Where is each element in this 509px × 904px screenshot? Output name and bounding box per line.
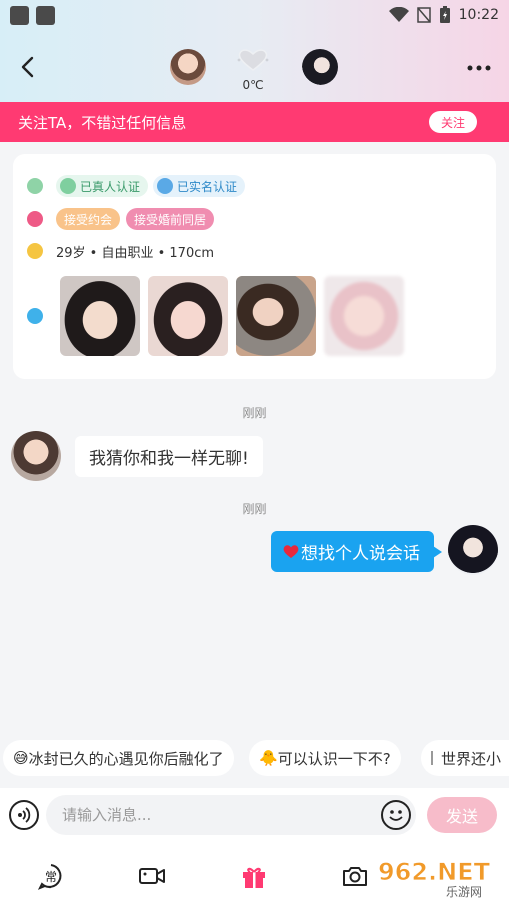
album-icon [27,308,43,324]
album-photo[interactable] [148,276,228,356]
album-photo[interactable] [60,276,140,356]
voice-input-icon[interactable] [9,800,39,830]
basic-info: 29岁 • 自由职业 • 170cm [56,246,215,261]
sound-waves-icon [18,807,31,823]
follow-banner: 关注TA，不错过任何信息 关注 [0,102,509,142]
red-heart-icon [283,545,299,558]
preference-tag: 接受婚前同居 [126,208,215,230]
banner-text: 关注TA，不错过任何信息 [18,113,187,132]
my-avatar[interactable] [302,49,338,85]
message-text: 想找个人说会话 [301,544,420,564]
status-time: 10:22 [458,7,499,23]
no-signal-icon [416,7,431,23]
tag-label: 接受婚前同居 [134,212,207,227]
quick-reply-chip[interactable]: 世界还小 [421,740,509,776]
received-message-bubble: 我猜你和我一样无聊! [75,436,263,477]
quick-reply-text: 世界还小 [441,749,502,768]
message-input-bar: 发送 [0,788,509,844]
message-input[interactable] [46,795,416,835]
album-photo[interactable] [236,276,316,356]
gift-icon[interactable] [240,862,268,890]
camera-icon[interactable] [341,862,369,890]
quick-reply-emoji: 🐥 [259,749,278,767]
send-button[interactable]: 发送 [427,797,497,833]
quick-reply-text: 冰封已久的心遇见你后融化了 [28,749,224,768]
common-phrases-icon[interactable]: 常 [37,862,65,890]
verified-person-icon [60,178,76,194]
video-call-icon[interactable] [138,862,166,890]
crown-icon [27,178,43,194]
message-timestamp: 刚刚 [242,406,267,420]
quick-reply-text: 可以认识一下不? [277,749,391,768]
status-bar: 10:22 [0,0,509,30]
quick-reply-emoji: 😅 [13,749,29,767]
album-photo-blurred[interactable] [324,276,404,356]
heart-badge-icon [27,211,43,227]
watermark-subtext: 乐游网 [446,885,482,899]
common-phrases-label: 常 [45,870,57,884]
intimacy-temperature: 0℃ [242,78,264,92]
wifi-icon [388,7,409,22]
tag-label: 接受约会 [64,212,113,227]
sender-avatar[interactable] [11,431,61,481]
intimacy-heart-icon [237,49,269,71]
real-name-verified-tag: 已实名认证 [153,175,246,197]
message-text: 我猜你和我一样无聊! [89,449,249,469]
id-card-icon [157,178,173,194]
real-person-verified-tag: 已真人认证 [56,175,149,197]
missing-glyph-icon [431,751,433,765]
back-arrow-icon[interactable] [16,52,40,82]
sent-message-bubble: 想找个人说会话 [271,531,442,572]
tag-label: 已真人认证 [80,179,141,194]
notification-icon [10,5,29,25]
notification-icon [36,5,55,25]
message-timestamp: 刚刚 [242,502,267,516]
tag-label: 已实名认证 [177,179,238,194]
watermark-text: 962.NET [378,858,491,886]
quick-reply-chip[interactable]: 😅 冰封已久的心遇见你后融化了 [3,740,234,776]
more-dots-icon[interactable] [465,58,493,78]
site-watermark-logo: 962.NET 乐游网 [368,856,506,900]
follow-button[interactable]: 关注 [429,111,477,133]
smiley-icon [389,810,403,821]
person-icon [27,243,43,259]
other-user-avatar[interactable] [170,49,206,85]
my-message-avatar[interactable] [448,525,498,575]
preference-tag: 接受约会 [56,208,121,230]
quick-reply-chip[interactable]: 🐥 可以认识一下不? [249,740,401,776]
battery-charging-icon [439,6,450,23]
emoji-picker-icon[interactable] [381,800,411,830]
profile-card: 已真人认证 已实名认证 接受约会 接受婚前同居 29岁 • 自由职业 • 170… [13,154,496,379]
